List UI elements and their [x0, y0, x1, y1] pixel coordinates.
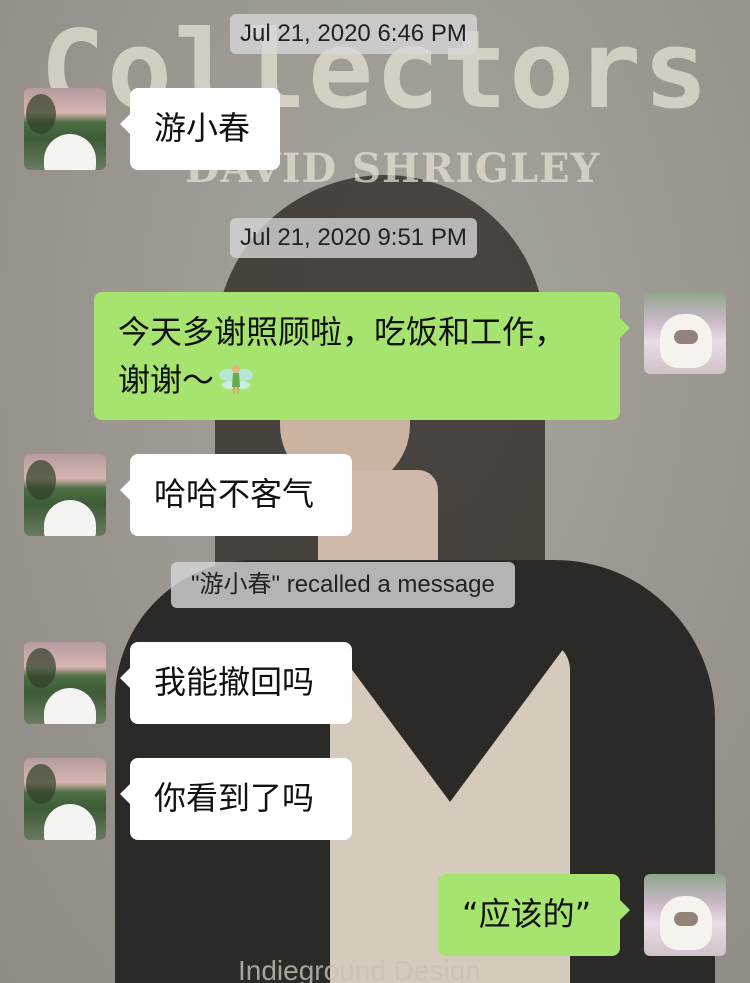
message-text: 你看到了吗 [154, 779, 315, 817]
message-text: 哈哈不客气 [154, 475, 315, 513]
timestamp: Jul 21, 2020 6:46 PM [230, 14, 477, 54]
contact-avatar[interactable] [24, 454, 106, 536]
recall-notice: "游小春" recalled a message [171, 562, 515, 608]
fairy-emoji-icon [219, 365, 254, 394]
chat-wallpaper: Collectors DAVID SHRIGLEY Indieground De… [0, 0, 750, 983]
wallpaper-footer: Indieground Design [238, 955, 481, 983]
message-text: 游小春 [154, 109, 251, 147]
message-text-line1: 今天多谢照顾啦，吃饭和工作， [118, 313, 567, 351]
message-text: “应该的” [462, 895, 592, 933]
my-avatar[interactable] [644, 292, 726, 374]
incoming-message-bubble[interactable]: 我能撤回吗 [120, 642, 352, 724]
contact-avatar[interactable] [24, 88, 106, 170]
contact-avatar[interactable] [24, 642, 106, 724]
timestamp: Jul 21, 2020 9:51 PM [230, 218, 477, 258]
my-avatar[interactable] [644, 874, 726, 956]
contact-avatar[interactable] [24, 758, 106, 840]
message-text-line2: 谢谢～ [118, 361, 215, 399]
incoming-message-bubble[interactable]: 哈哈不客气 [120, 454, 352, 536]
message-text: 我能撤回吗 [154, 663, 315, 701]
incoming-message-bubble[interactable]: 游小春 [120, 88, 280, 170]
outgoing-message-bubble[interactable]: “应该的” [438, 874, 630, 956]
outgoing-message-bubble[interactable]: 今天多谢照顾啦，吃饭和工作， 谢谢～ [94, 292, 630, 420]
incoming-message-bubble[interactable]: 你看到了吗 [120, 758, 352, 840]
